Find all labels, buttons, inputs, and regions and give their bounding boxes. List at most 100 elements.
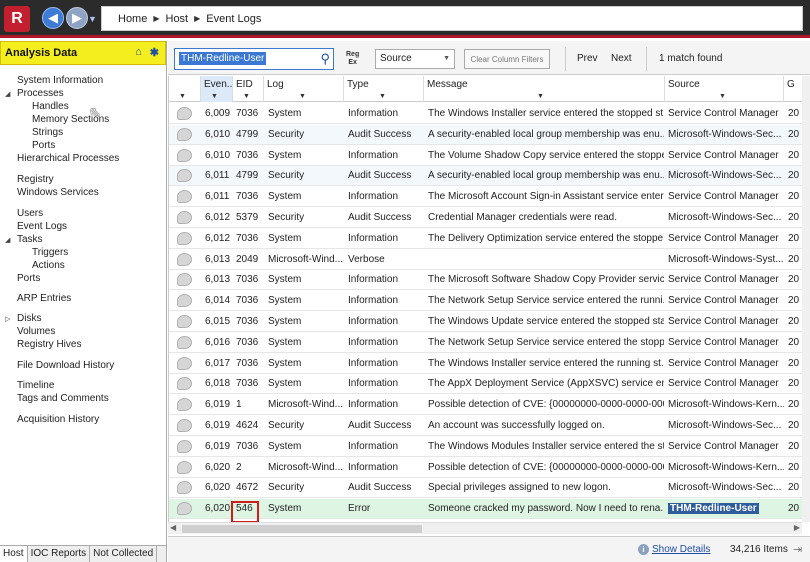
column-header[interactable]: Even... ▼ [201, 76, 233, 102]
table-row[interactable]: 6,013 2049 Microsoft-Wind... Verbose Microso… [169, 249, 810, 270]
comment-icon[interactable] [177, 398, 192, 412]
tree-item[interactable]: Handles [32, 101, 69, 112]
breadcrumb-host[interactable]: Host [166, 13, 189, 25]
tree-item[interactable]: Actions [32, 260, 65, 271]
search-column-select[interactable]: Source ▼ [375, 49, 455, 69]
comment-icon[interactable] [177, 502, 192, 516]
next-button[interactable]: Next [611, 53, 632, 64]
search-input-value[interactable]: THM-Redline-User [179, 52, 267, 65]
table-row[interactable]: 6,011 7036 System Information The Microsoft … [169, 187, 810, 208]
scroll-thumb[interactable] [182, 525, 422, 533]
home-icon[interactable]: ⌂ [135, 46, 142, 59]
horizontal-scrollbar[interactable]: ◀ ▶ [168, 522, 802, 534]
filter-icon[interactable]: ▼ [719, 93, 726, 100]
tree-item[interactable]: System Information [17, 75, 103, 86]
tree-item[interactable]: Tags and Comments [17, 393, 109, 404]
table-row[interactable]: 6,019 7036 System Information The Windows Mo… [169, 436, 810, 457]
filter-icon[interactable]: ▼ [243, 93, 250, 100]
table-row[interactable]: 6,012 5379 Security Audit Success Credential… [169, 208, 810, 228]
comment-icon[interactable] [177, 294, 192, 308]
table-row[interactable]: 6,018 7036 System Information The AppX Deplo… [169, 374, 810, 395]
tree-item[interactable]: Registry [17, 174, 54, 185]
comment-icon[interactable] [177, 190, 192, 204]
scroll-right-icon[interactable]: ▶ [794, 523, 800, 532]
breadcrumb-home[interactable]: Home [118, 13, 147, 25]
table-row[interactable]: 6,015 7036 System Information The Windows Up… [169, 312, 810, 332]
comment-icon[interactable] [177, 252, 192, 266]
comment-icon[interactable] [177, 211, 192, 224]
column-header[interactable]: Message ▼ [424, 76, 665, 102]
collapsed-arrow-icon[interactable]: ▷ [5, 315, 10, 323]
table-row[interactable]: 6,014 7036 System Information The Network Se… [169, 291, 810, 312]
filter-icon[interactable]: ▼ [379, 93, 386, 100]
table-row[interactable]: 6,009 7036 System Information The Windows In… [169, 104, 810, 124]
column-header[interactable]: Source ▼ [665, 76, 784, 102]
comment-icon[interactable] [177, 439, 192, 453]
show-details-link[interactable]: Show Details [652, 544, 710, 555]
tree-item[interactable]: Hierarchical Processes [17, 153, 119, 164]
filter-icon[interactable]: ▼ [537, 93, 544, 100]
comment-icon[interactable] [177, 460, 192, 474]
table-row[interactable]: 6,019 1 Microsoft-Wind... Information Possib… [169, 395, 810, 416]
pin-icon[interactable]: ✱ [150, 46, 159, 59]
filter-icon[interactable]: ▼ [179, 93, 186, 100]
column-header[interactable]: ▼ [169, 76, 201, 102]
filter-icon[interactable]: ▼ [299, 93, 306, 100]
tree-item[interactable]: ARP Entries [17, 293, 71, 304]
tree-item[interactable]: Triggers [32, 247, 68, 258]
tree-item[interactable]: Disks [17, 313, 41, 324]
filter-icon[interactable]: ▼ [211, 93, 218, 100]
table-row[interactable]: 6,016 7036 System Information The Network Se… [169, 332, 810, 353]
tree-item[interactable]: Users [17, 208, 43, 219]
tab-host[interactable]: Host [0, 546, 28, 562]
comment-icon[interactable] [177, 377, 192, 391]
comment-icon[interactable] [177, 107, 192, 120]
expanded-arrow-icon[interactable]: ◢ [5, 90, 10, 98]
comment-icon[interactable] [177, 148, 192, 162]
clear-column-filters-button[interactable]: Clear Column Filters [464, 49, 550, 69]
history-dropdown-icon[interactable]: ▼ [88, 14, 97, 24]
regex-toggle-button[interactable]: Reg Ex [346, 51, 359, 67]
tree-item[interactable]: Volumes [17, 326, 55, 337]
column-header[interactable]: Log ▼ [264, 76, 344, 102]
tree-item[interactable]: Event Logs [17, 221, 67, 232]
tree-item[interactable]: Acquisition History [17, 414, 99, 425]
table-row[interactable]: 6,019 4624 Security Audit Success An account… [169, 416, 810, 436]
scroll-left-icon[interactable]: ◀ [170, 523, 176, 532]
tree-item[interactable]: Windows Services [17, 187, 99, 198]
tab-not-collected[interactable]: Not Collected [90, 546, 158, 562]
tree-item[interactable]: Processes [17, 88, 64, 99]
vertical-scrollbar[interactable] [802, 76, 810, 522]
search-input[interactable]: THM-Redline-User ⚲ [174, 48, 334, 70]
breadcrumb-event-logs[interactable]: Event Logs [206, 13, 261, 25]
table-row[interactable]: 6,017 7036 System Information The Windows In… [169, 353, 810, 374]
column-header[interactable]: Type ▼ [344, 76, 424, 102]
tree-item[interactable]: Timeline [17, 380, 54, 391]
tree-item[interactable]: Ports [32, 140, 55, 151]
prev-button[interactable]: Prev [577, 53, 598, 64]
forward-arrow-icon[interactable]: ▶ [66, 7, 88, 29]
table-row[interactable]: 6,012 7036 System Information The Delivery O… [169, 228, 810, 249]
table-row[interactable]: 6,020 546 System Error Someone cracked my pa… [169, 499, 810, 520]
comment-icon[interactable] [177, 169, 192, 183]
tree-item[interactable]: Tasks [17, 234, 43, 245]
column-header[interactable]: EID ▼ [233, 76, 264, 102]
table-row[interactable]: 6,020 4672 Security Audit Success Special pr… [169, 478, 810, 499]
comment-icon[interactable] [177, 127, 192, 141]
search-icon[interactable]: ⚲ [320, 51, 330, 67]
comment-icon[interactable] [177, 231, 192, 245]
table-row[interactable]: 6,020 2 Microsoft-Wind... Information Possib… [169, 457, 810, 478]
back-arrow-icon[interactable]: ◀ [42, 7, 64, 29]
comment-icon[interactable] [177, 356, 192, 370]
table-row[interactable]: 6,013 7036 System Information The Microsoft … [169, 270, 810, 291]
comment-icon[interactable] [177, 419, 192, 432]
tree-item[interactable]: Registry Hives [17, 339, 81, 350]
table-row[interactable]: 6,011 4799 Security Audit Success A security… [169, 166, 810, 187]
table-row[interactable]: 6,010 7036 System Information The Volume Sha… [169, 145, 810, 166]
comment-icon[interactable] [177, 481, 192, 495]
comment-icon[interactable] [177, 315, 192, 328]
tab-ioc-reports[interactable]: IOC Reports [28, 546, 91, 562]
tree-item[interactable]: Ports [17, 273, 40, 284]
expanded-arrow-icon[interactable]: ◢ [5, 236, 10, 244]
comment-icon[interactable] [177, 273, 192, 287]
